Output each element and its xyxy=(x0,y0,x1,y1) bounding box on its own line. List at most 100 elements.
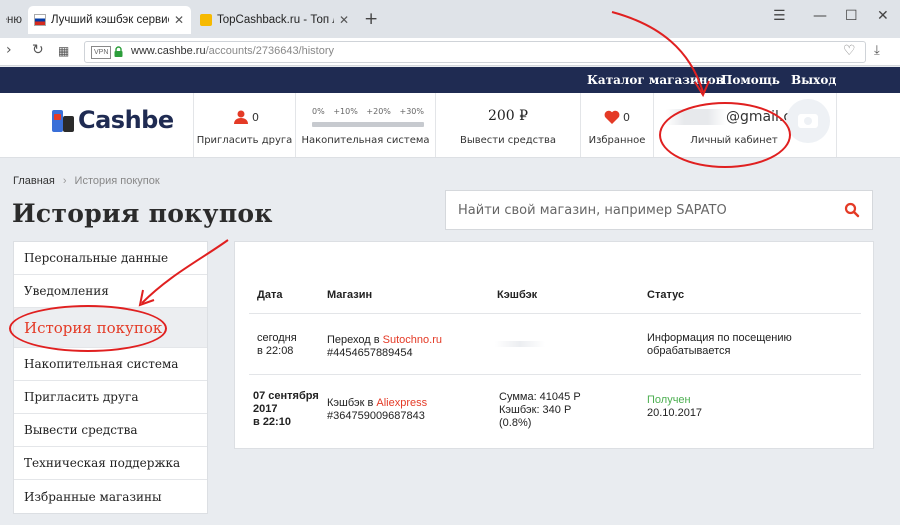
column-header-status: Статус xyxy=(647,289,685,301)
browser-tab[interactable]: TopCashback.ru - Топ луч ✕ xyxy=(194,6,356,34)
date-line: сегодня xyxy=(257,332,297,344)
status-date: 20.10.2017 xyxy=(647,407,703,419)
cell-cashback: Сумма: 41045 Р Кэшбэк: 340 Р (0.8%) xyxy=(499,391,581,430)
url-field[interactable]: VPN www.cashbe.ru/accounts/2736643/histo… xyxy=(84,41,866,63)
nav-help-link[interactable]: Помощь xyxy=(721,73,780,87)
status-line: Информация по посещению xyxy=(647,332,792,344)
close-icon[interactable]: ✕ xyxy=(338,13,350,27)
progress-levels: 0% +10% +20% +30% xyxy=(312,107,424,116)
download-icon[interactable]: ⤓ xyxy=(874,43,880,58)
history-table: Дата Магазин Кэшбэк Статус сегодня в 22:… xyxy=(234,241,874,449)
date-line: 07 сентября xyxy=(253,390,319,402)
header-favorites[interactable]: 0 Избранное xyxy=(580,93,653,157)
breadcrumb-current: История покупок xyxy=(74,175,160,187)
favicon-icon xyxy=(34,14,46,26)
site-logo[interactable]: Cashbe xyxy=(52,105,174,135)
page-title: История покупок xyxy=(12,199,273,228)
browser-tab-active[interactable]: Лучший кэшбэк сервис С ✕ xyxy=(28,6,191,34)
header-invite[interactable]: 0 Пригласить друга xyxy=(193,93,295,157)
close-window-icon[interactable]: ✕ xyxy=(877,8,889,24)
shop-id: #364759009687843 xyxy=(327,410,425,422)
person-icon xyxy=(234,110,248,124)
sidebar-item-notifications[interactable]: Уведомления xyxy=(14,275,207,308)
shop-prefix: Кэшбэк в xyxy=(327,397,377,409)
shop-link[interactable]: Sutochno.ru xyxy=(383,334,442,346)
breadcrumb: Главная › История покупок xyxy=(13,175,160,187)
cell-shop: Переход в Sutochno.ru #4454657889454 xyxy=(327,334,442,360)
shop-line: Кэшбэк в Aliexpress xyxy=(327,397,427,410)
progress-level: 0% xyxy=(312,107,325,116)
balance-value: 200 ₽ xyxy=(487,108,529,124)
browser-tab[interactable]: Меню xyxy=(0,6,28,34)
cell-date: 07 сентября 2017 в 22:10 xyxy=(253,390,319,429)
progress-bar xyxy=(312,122,424,127)
shop-id: #4454657889454 xyxy=(327,347,413,359)
progress-level: +10% xyxy=(333,107,358,116)
sidebar-item-invite-friend[interactable]: Пригласить друга xyxy=(14,381,207,414)
breadcrumb-separator: › xyxy=(62,175,67,187)
vpn-badge[interactable]: VPN xyxy=(91,46,112,59)
row-divider xyxy=(249,313,861,314)
minimize-icon[interactable]: — xyxy=(813,8,827,24)
grid-icon[interactable]: ▦ xyxy=(58,44,69,58)
sidebar-item-support[interactable]: Техническая поддержка xyxy=(14,447,207,480)
cashback-redacted xyxy=(495,341,545,347)
cumulative-label: Накопительная система xyxy=(301,135,430,146)
cell-shop: Кэшбэк в Aliexpress #364759009687843 xyxy=(327,397,427,423)
shop-prefix: Переход в xyxy=(327,334,383,346)
header-cumulative[interactable]: 0% +10% +20% +30% Накопительная система xyxy=(295,93,435,157)
browser-addressbar: › ↻ ▦ VPN www.cashbe.ru/accounts/2736643… xyxy=(0,38,900,66)
lock-icon[interactable] xyxy=(114,46,123,57)
column-header-date: Дата xyxy=(257,289,283,301)
shop-line: Переход в Sutochno.ru xyxy=(327,334,442,347)
favorites-count: 0 xyxy=(623,111,630,124)
cell-status: Информация по посещению обрабатывается xyxy=(647,332,792,358)
reload-icon[interactable]: ↻ xyxy=(32,42,44,58)
status-line: обрабатывается xyxy=(647,345,731,357)
tab-title: TopCashback.ru - Топ луч xyxy=(217,14,334,26)
status-badge: Получен xyxy=(647,394,691,406)
favorites-label: Избранное xyxy=(588,135,646,146)
search-input[interactable] xyxy=(446,191,836,229)
header-balance[interactable]: 200 ₽ Вывести средства xyxy=(435,93,580,157)
column-header-shop: Магазин xyxy=(327,289,373,301)
tab-title: Лучший кэшбэк сервис С xyxy=(51,14,169,26)
site-topnav: Каталог магазинов Помощь Выход xyxy=(0,67,900,93)
cashback-line: (0.8%) xyxy=(499,417,532,429)
new-tab-button[interactable]: + xyxy=(364,10,378,28)
url-path: /accounts/2736643/history xyxy=(205,45,335,57)
avatar[interactable] xyxy=(786,99,830,143)
column-header-cashback: Кэшбэк xyxy=(497,289,538,301)
close-icon[interactable]: ✕ xyxy=(173,13,185,27)
progress-level: +20% xyxy=(366,107,391,116)
maximize-icon[interactable]: ☐ xyxy=(845,8,858,24)
cashback-line: Сумма: 41045 Р xyxy=(499,391,581,403)
heart-outline-icon[interactable]: ♡ xyxy=(843,43,856,59)
cell-status: Получен 20.10.2017 xyxy=(647,394,702,420)
heart-icon xyxy=(604,110,620,124)
row-divider xyxy=(249,374,861,375)
invite-label: Пригласить друга xyxy=(196,135,293,146)
sidebar-item-personal-data[interactable]: Персональные данные xyxy=(14,242,207,275)
breadcrumb-home[interactable]: Главная xyxy=(13,175,55,187)
nav-logout-link[interactable]: Выход xyxy=(791,73,836,87)
camera-icon xyxy=(798,114,818,128)
cell-date: сегодня в 22:08 xyxy=(257,332,297,358)
browser-tabbar: Меню Лучший кэшбэк сервис С ✕ TopCashbac… xyxy=(0,0,900,38)
shop-link[interactable]: Aliexpress xyxy=(376,397,427,409)
nav-catalog-link[interactable]: Каталог магазинов xyxy=(587,73,724,87)
url-host: www.cashbe.ru xyxy=(131,45,206,57)
search-icon[interactable] xyxy=(844,202,860,218)
favicon-icon xyxy=(200,14,212,26)
tab-menu-icon[interactable]: ☰ xyxy=(773,8,786,24)
logo-bag-icon xyxy=(52,108,74,132)
sidebar-item-withdraw[interactable]: Вывести средства xyxy=(14,414,207,447)
sidebar-item-favorite-shops[interactable]: Избранные магазины xyxy=(14,480,207,513)
sidebar-item-cumulative-system[interactable]: Накопительная система xyxy=(14,348,207,381)
progress-level: +30% xyxy=(399,107,424,116)
account-sidebar: Персональные данные Уведомления История … xyxy=(13,241,208,514)
annotation-oval-account xyxy=(659,102,791,168)
back-icon[interactable]: › xyxy=(6,42,12,58)
date-line: в 22:08 xyxy=(257,345,294,357)
date-line: в 22:10 xyxy=(253,416,291,428)
